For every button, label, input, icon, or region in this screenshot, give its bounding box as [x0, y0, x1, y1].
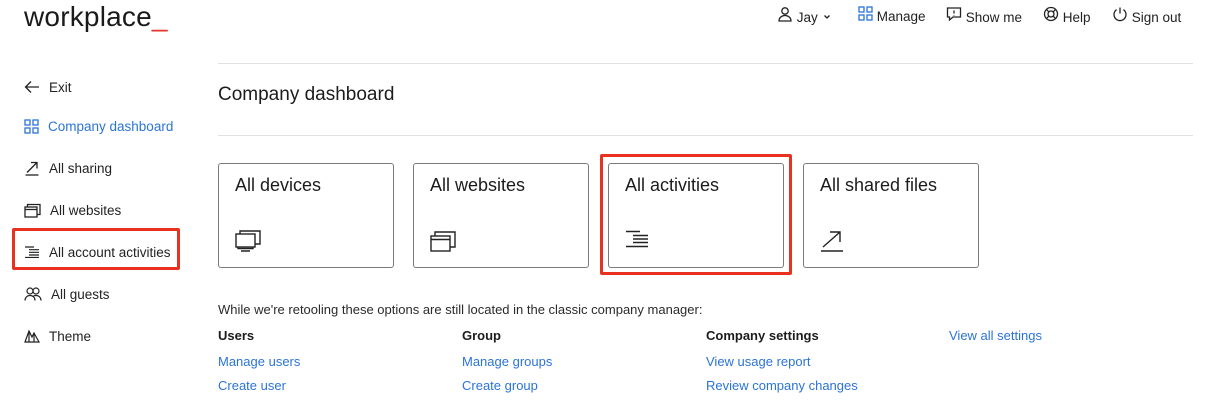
sidebar-item-label: Theme: [49, 328, 92, 344]
company-settings-heading: Company settings: [706, 328, 819, 343]
card-all-shared-files[interactable]: All shared files: [803, 163, 979, 268]
sidebar-item-company-dashboard[interactable]: Company dashboard: [24, 115, 173, 137]
chat-icon: [946, 7, 962, 22]
grid-icon: [24, 118, 39, 134]
top-divider: [218, 63, 1193, 64]
share-arrow-icon: [25, 161, 39, 176]
card-all-activities[interactable]: All activities: [608, 163, 784, 268]
card-title: All activities: [625, 175, 720, 195]
windows-icon: [24, 203, 41, 218]
chevron-down-icon: [823, 15, 830, 19]
user-icon: [778, 7, 792, 22]
sidebar-item-theme[interactable]: Theme: [24, 325, 91, 347]
view-all-settings-link[interactable]: View all settings: [949, 328, 1042, 343]
theme-icon: [24, 329, 40, 343]
page-title: Company dashboard: [218, 84, 395, 105]
sidebar-item-label: All websites: [50, 202, 122, 218]
windows-icon: [430, 231, 456, 252]
devices-icon: [235, 230, 261, 252]
title-divider: [218, 135, 1193, 136]
user-menu[interactable]: Jay: [777, 6, 832, 28]
card-title: All devices: [235, 175, 322, 195]
top-navigation: Jay Manage Show me Help Sign out: [0, 6, 1216, 28]
sign-out-link[interactable]: Sign out: [1112, 6, 1181, 28]
sidebar-item-all-account-activities[interactable]: All account activities: [24, 241, 171, 263]
activity-lines-icon: [25, 246, 39, 258]
users-heading: Users: [218, 328, 255, 343]
activity-lines-icon: [626, 230, 648, 248]
review-company-changes-link[interactable]: Review company changes: [706, 378, 858, 393]
manage-users-link[interactable]: Manage users: [218, 354, 300, 369]
card-title: All shared files: [820, 175, 938, 195]
sign-out-label: Sign out: [1131, 10, 1182, 25]
sidebar-item-exit[interactable]: Exit: [24, 76, 72, 98]
lifebuoy-icon: [1043, 6, 1059, 22]
card-all-devices[interactable]: All devices: [218, 163, 394, 268]
view-usage-report-link[interactable]: View usage report: [706, 354, 811, 369]
sidebar-item-all-sharing[interactable]: All sharing: [24, 157, 112, 179]
grid-icon: [858, 6, 873, 21]
sidebar-item-label: All account activities: [49, 244, 171, 260]
help-label: Help: [1062, 10, 1091, 25]
manage-link[interactable]: Manage: [858, 6, 926, 28]
card-title: All websites: [430, 175, 526, 195]
arrow-left-icon: [24, 81, 39, 93]
create-group-link[interactable]: Create group: [462, 378, 538, 393]
manage-groups-link[interactable]: Manage groups: [462, 354, 552, 369]
user-name: Jay: [796, 10, 818, 25]
sidebar-item-all-guests[interactable]: All guests: [24, 283, 110, 305]
sidebar-item-label: All sharing: [49, 160, 113, 176]
help-link[interactable]: Help: [1043, 6, 1091, 28]
share-arrow-icon: [821, 231, 843, 252]
power-icon: [1113, 7, 1127, 22]
show-me-label: Show me: [965, 10, 1023, 25]
show-me-link[interactable]: Show me: [946, 6, 1022, 28]
manage-label: Manage: [876, 9, 926, 24]
classic-manager-note: While we're retooling these options are …: [218, 302, 703, 317]
sidebar-item-label: Company dashboard: [48, 118, 174, 134]
card-all-websites[interactable]: All websites: [413, 163, 589, 268]
guests-icon: [24, 287, 42, 301]
sidebar-item-label: Exit: [49, 79, 72, 95]
sidebar-item-all-websites[interactable]: All websites: [24, 199, 121, 221]
group-heading: Group: [462, 328, 501, 343]
create-user-link[interactable]: Create user: [218, 378, 286, 393]
sidebar-item-label: All guests: [51, 286, 110, 302]
